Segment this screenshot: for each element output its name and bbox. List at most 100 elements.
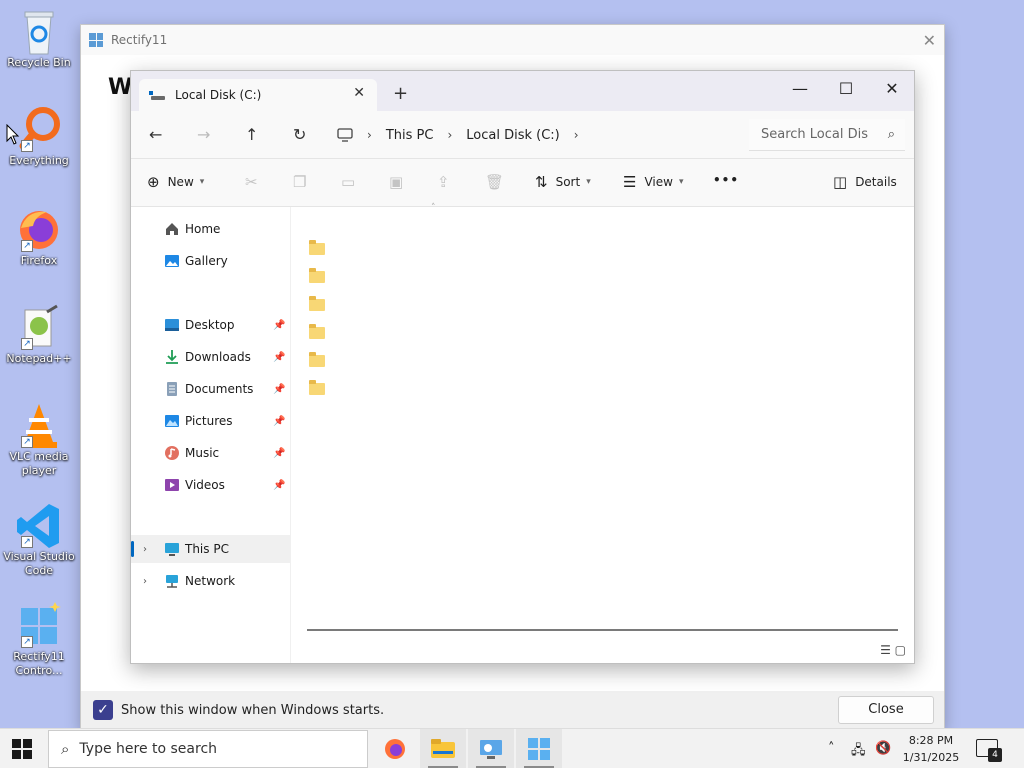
chevron-up-icon[interactable]: ˄ (828, 741, 835, 756)
view-list-icon: ☰ (623, 173, 637, 191)
sidebar-item-label: This PC (185, 542, 229, 556)
network-status-icon[interactable]: 🖧 (851, 741, 866, 763)
back-arrow-icon[interactable]: ← (149, 125, 162, 144)
desktop-icon-recycle-bin[interactable]: Recycle Bin (0, 8, 78, 70)
document-icon (167, 382, 177, 396)
file-list: ˄ ☰ ▢ (291, 203, 914, 663)
copy-icon[interactable]: ❐ (293, 173, 306, 191)
new-tab-icon[interactable]: + (393, 83, 408, 104)
rectify11-heading: W (108, 75, 133, 100)
sidebar-item-pictures[interactable]: Pictures 📌 (131, 407, 291, 435)
pin-icon[interactable]: 📌 (273, 416, 285, 427)
folder-icon (309, 324, 325, 339)
sidebar-item-documents[interactable]: Documents 📌 (131, 375, 291, 403)
pin-icon[interactable]: 📌 (273, 384, 285, 395)
volume-muted-icon[interactable]: 🔇 (875, 741, 891, 756)
sidebar-item-this-pc[interactable]: › This PC (131, 535, 291, 563)
mouse-cursor-icon (6, 124, 20, 145)
tab-close-icon[interactable]: ✕ (353, 85, 365, 101)
desktop-icon-vscode[interactable]: ↗ Visual Studio Code (0, 502, 78, 578)
taskbar-clock[interactable]: 8:28 PM 1/31/2025 (896, 732, 966, 766)
sidebar-item-downloads[interactable]: Downloads 📌 (131, 343, 291, 371)
search-input[interactable]: Search Local Dis ⌕ (749, 119, 905, 151)
list-item-folder[interactable] (309, 295, 469, 315)
up-arrow-icon[interactable]: ↑ (245, 125, 258, 144)
sidebar-item-music[interactable]: Music 📌 (131, 439, 291, 467)
show-on-start-checkbox[interactable]: ✓ (93, 700, 113, 720)
search-icon: ⌕ (887, 127, 895, 142)
tab-title: Local Disk (C:) (175, 88, 262, 102)
pin-icon[interactable]: 📌 (273, 448, 285, 459)
window-close-icon[interactable]: ✕ (869, 75, 915, 105)
drive-icon (149, 89, 165, 101)
paste-icon[interactable]: ▭ (341, 173, 355, 191)
more-options-button[interactable]: ••• (713, 173, 739, 187)
taskbar-firefox[interactable] (372, 729, 418, 768)
gallery-icon (165, 255, 179, 267)
sidebar-item-desktop[interactable]: Desktop 📌 (131, 311, 291, 339)
taskbar-file-explorer[interactable] (420, 729, 466, 768)
sidebar-item-label: Downloads (185, 350, 251, 364)
pin-icon[interactable]: 📌 (273, 320, 285, 331)
chevron-right-icon: › (447, 128, 453, 142)
pin-icon[interactable]: 📌 (273, 480, 285, 491)
desktop-icon-rectify11-control[interactable]: ↗ Rectify11 Contro... (0, 602, 78, 678)
sort-label: Sort (555, 175, 581, 189)
desktop-icon-vlc[interactable]: ↗ VLC media player (0, 402, 78, 478)
everything-icon: ↗ (17, 106, 61, 152)
taskbar-control-panel[interactable] (468, 729, 514, 768)
details-button[interactable]: ◫ Details (833, 173, 897, 191)
forward-arrow-icon[interactable]: → (197, 125, 210, 144)
breadcrumb[interactable]: › This PC › Local Disk (C:) › (337, 119, 737, 151)
sort-button[interactable]: ⇅ Sort ▾ (535, 173, 591, 191)
chevron-down-icon: ▾ (199, 177, 205, 187)
list-item-folder[interactable] (309, 267, 469, 287)
cut-icon[interactable]: ✂ (245, 173, 258, 191)
list-item-folder[interactable] (309, 379, 469, 399)
horizontal-scrollbar[interactable] (307, 629, 898, 631)
delete-icon[interactable]: 🗑 (485, 173, 504, 191)
share-icon[interactable]: ⇪ (437, 173, 450, 191)
breadcrumb-local-disk[interactable]: Local Disk (C:) (466, 128, 559, 143)
list-item-folder[interactable] (309, 323, 469, 343)
list-item-folder[interactable] (309, 239, 469, 259)
view-button[interactable]: ☰ View ▾ (623, 173, 683, 191)
maximize-icon[interactable]: ☐ (823, 75, 869, 105)
rectify11-close-icon[interactable]: ✕ (923, 31, 936, 50)
notepad-plus-plus-icon: ↗ (17, 304, 61, 350)
explorer-content: Home Gallery Desktop 📌 Downloads 📌 Docum… (131, 203, 914, 663)
taskbar-rectify11[interactable] (516, 729, 562, 768)
rectify11-footer: ✓ Show this window when Windows starts. … (81, 691, 944, 729)
desktop-icon-label: VLC media player (9, 450, 69, 477)
desktop-icon-notepad-plus-plus[interactable]: ↗ Notepad++ (0, 304, 78, 366)
chevron-right-icon[interactable]: › (143, 544, 147, 555)
desktop-icon-firefox[interactable]: ↗ Firefox (0, 206, 78, 268)
refresh-icon[interactable]: ↻ (293, 125, 306, 144)
minimize-icon[interactable]: — (777, 75, 823, 105)
desktop-icon-label: Notepad++ (6, 352, 72, 365)
sidebar-item-gallery[interactable]: Gallery (131, 247, 291, 275)
details-label: Details (855, 175, 897, 189)
new-button[interactable]: ⊕ New ▾ (147, 173, 204, 191)
details-view-icon[interactable]: ☰ (880, 643, 891, 657)
details-pane-icon: ◫ (833, 173, 848, 191)
close-button[interactable]: Close (838, 696, 934, 724)
sidebar-item-label: Network (185, 574, 236, 588)
sidebar-item-videos[interactable]: Videos 📌 (131, 471, 291, 499)
control-panel-icon (480, 740, 502, 759)
sidebar-item-label: Desktop (185, 318, 235, 332)
sidebar-item-home[interactable]: Home (131, 215, 291, 243)
chevron-right-icon[interactable]: › (143, 576, 147, 587)
breadcrumb-this-pc[interactable]: This PC (386, 128, 434, 143)
vlc-cone-icon: ↗ (17, 402, 61, 448)
list-item-folder[interactable] (309, 351, 469, 371)
tab-local-disk[interactable]: Local Disk (C:) ✕ (139, 79, 377, 111)
sidebar-item-network[interactable]: › Network (131, 567, 291, 595)
pin-icon[interactable]: 📌 (273, 352, 285, 363)
taskbar-search-input[interactable]: ⌕ Type here to search (48, 730, 368, 768)
tiles-view-icon[interactable]: ▢ (895, 643, 906, 657)
view-toggle: ☰ ▢ (880, 643, 906, 657)
start-button[interactable] (12, 739, 32, 759)
rename-icon[interactable]: ▣ (389, 173, 403, 191)
sidebar-item-label: Home (185, 222, 221, 236)
